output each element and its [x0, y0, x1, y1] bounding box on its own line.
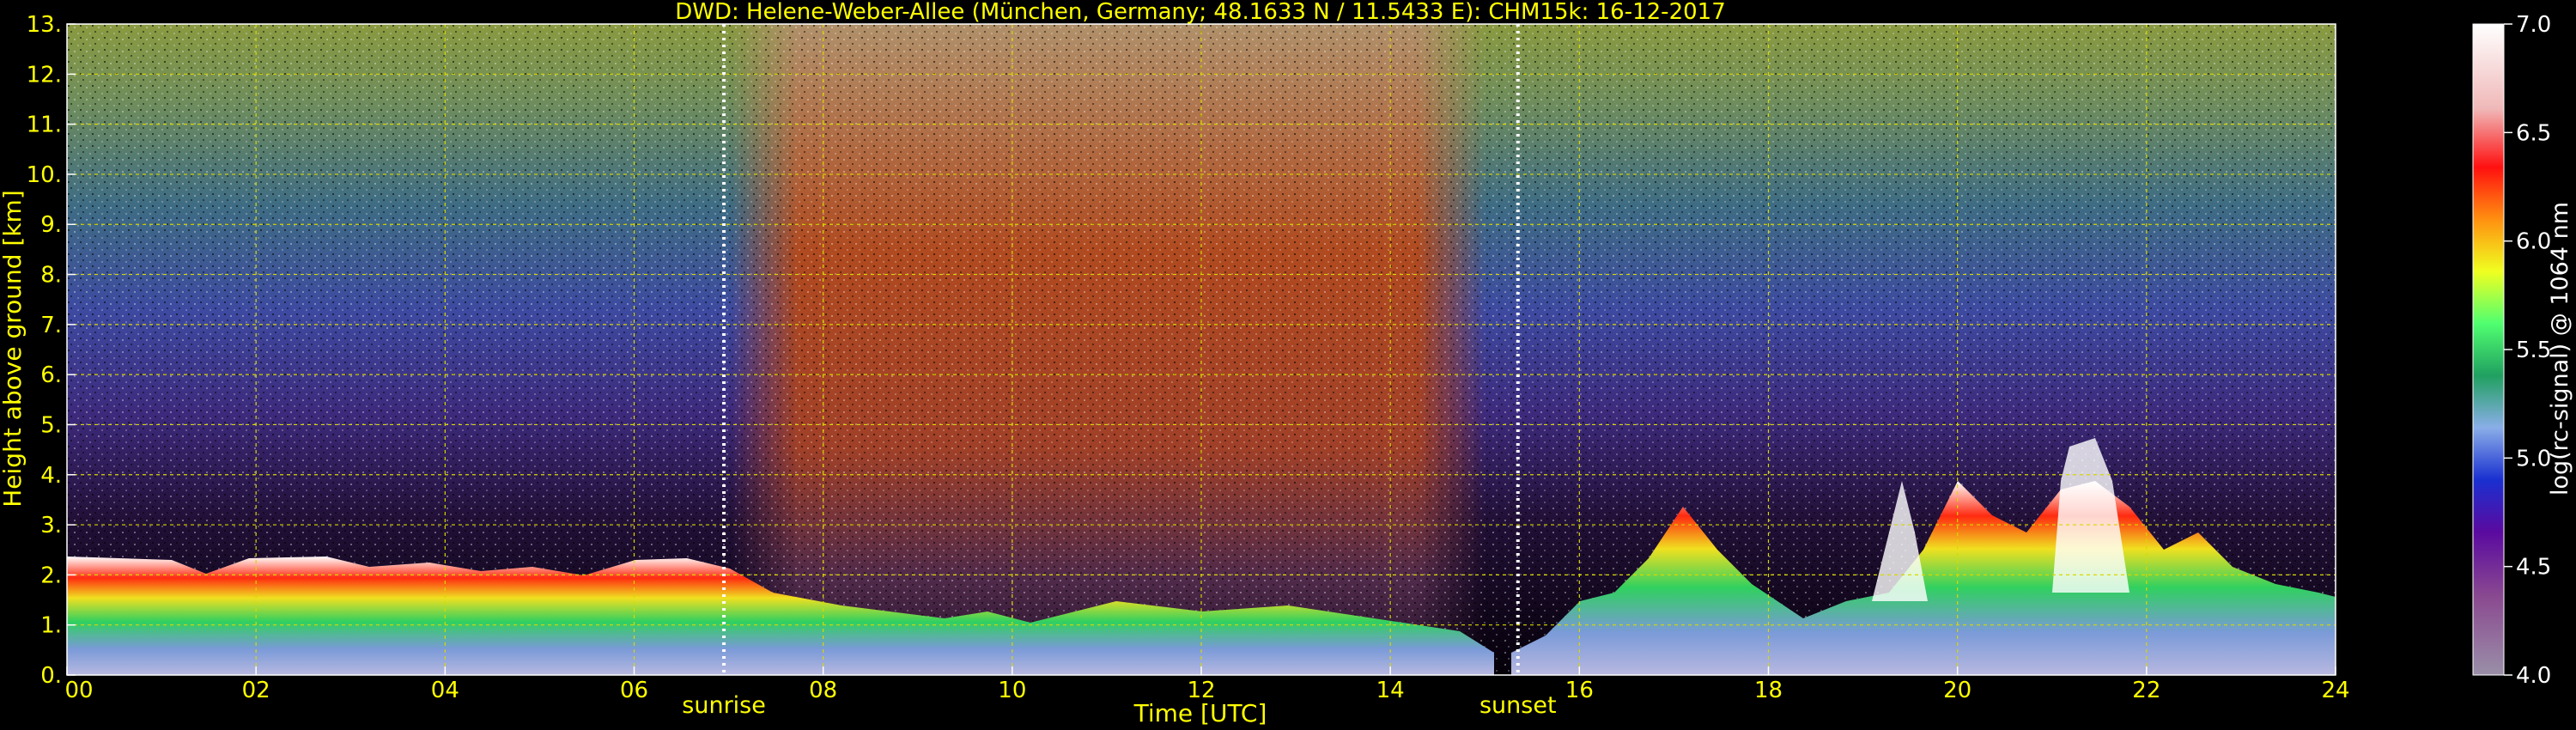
colorbar: 4.04.55.05.56.06.57.0 log(rc-signal) @ 1…	[2472, 12, 2573, 689]
x-tick-label: 24	[2321, 678, 2349, 703]
colorbar-tick-label: 6.5	[2516, 120, 2551, 146]
ceilometer-chart: sunrise sunset 00 02 04 06 08 10 12 14 16 18 20 22 24…	[0, 0, 2573, 727]
x-tick-label: 08	[809, 678, 837, 703]
x-tick-label: 16	[1565, 678, 1594, 703]
y-tick-label: 13.	[27, 12, 62, 38]
y-tick-label: 5.	[40, 412, 62, 438]
y-tick-label: 12.	[27, 62, 62, 88]
sunrise-label: sunrise	[682, 692, 766, 719]
y-axis-label: Height above ground [km]	[0, 190, 27, 508]
colorbar-ticks: 4.04.55.05.56.06.57.0	[2504, 12, 2551, 689]
x-tick-label: 00	[64, 678, 93, 703]
x-tick-label: 06	[620, 678, 648, 703]
colorbar-tick-label: 4.5	[2516, 555, 2551, 581]
y-tick-label: 10.	[27, 162, 62, 188]
x-tick-label: 18	[1754, 678, 1783, 703]
y-tick-label: 6.	[40, 362, 62, 388]
x-axis-label: Time [UTC]	[1133, 699, 1267, 727]
x-tick-label: 10	[998, 678, 1026, 703]
x-tick-label: 04	[431, 678, 459, 703]
x-tick-label: 20	[1943, 678, 1971, 703]
y-tick-label: 7.	[40, 313, 62, 338]
y-tick-label: 9.	[40, 212, 62, 238]
x-tick-label: 02	[242, 678, 270, 703]
x-tick-label: 14	[1376, 678, 1405, 703]
colorbar-label: log(rc-signal) @ 1064 nm	[2547, 202, 2573, 496]
y-tick-label: 4.	[40, 463, 62, 489]
colorbar-gradient	[2472, 23, 2505, 676]
colorbar-tick-label: 4.0	[2516, 663, 2551, 689]
colorbar-tick-label: 7.0	[2516, 12, 2551, 38]
sunset-label: sunset	[1479, 692, 1557, 719]
y-tick-label: 3.	[40, 513, 62, 538]
y-tick-label: 0.	[40, 663, 62, 689]
y-tick-label: 8.	[40, 263, 62, 289]
x-tick-label: 22	[2132, 678, 2160, 703]
chart-title: DWD: Helene-Weber-Allee (München, German…	[675, 0, 1726, 25]
y-tick-label: 1.	[40, 613, 62, 639]
y-tick-label: 11.	[27, 113, 62, 138]
y-tick-label: 2.	[40, 563, 62, 588]
